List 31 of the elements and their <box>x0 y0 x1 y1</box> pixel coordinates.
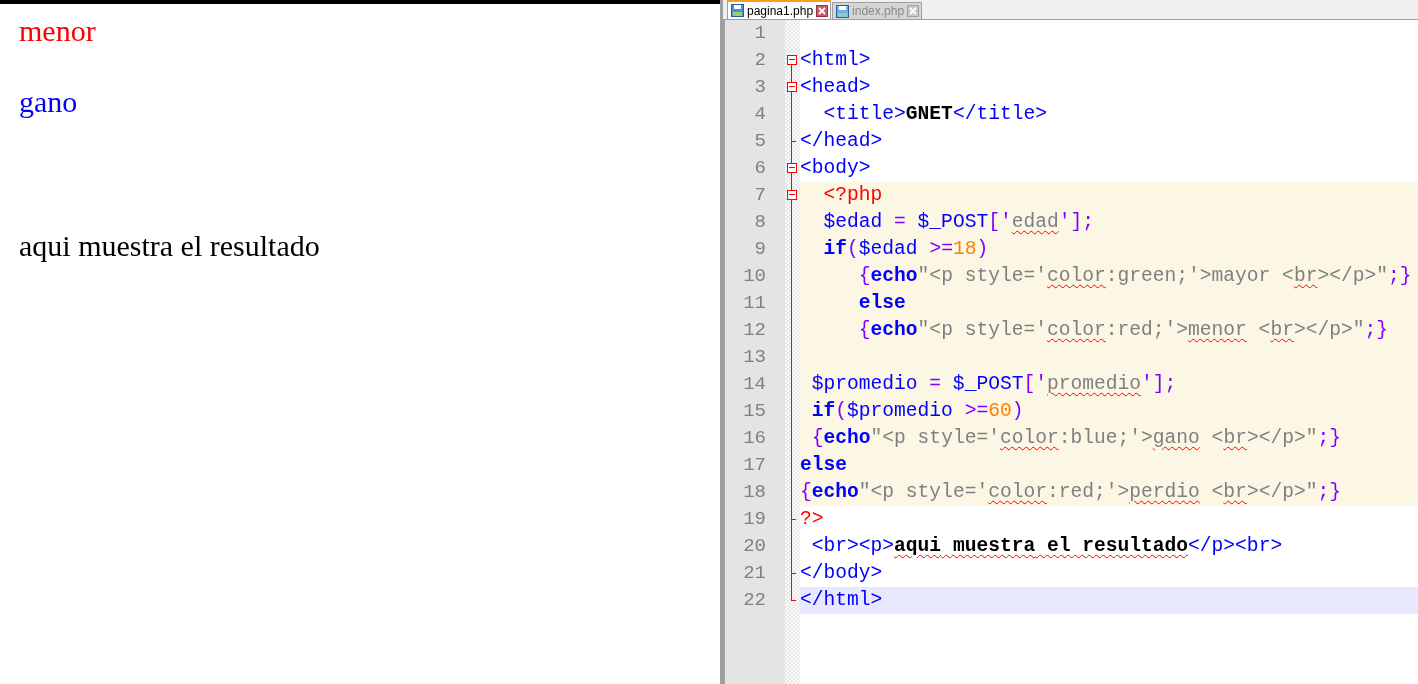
line-number: 1 <box>753 21 767 46</box>
line-number: 19 <box>742 507 767 532</box>
close-icon[interactable] <box>816 4 829 17</box>
line-number: 5 <box>753 129 767 154</box>
line-number: 22 <box>742 588 767 613</box>
fold-toggle-icon[interactable] <box>787 82 797 92</box>
line-number: 11 <box>742 291 767 316</box>
fold-toggle-icon[interactable] <box>787 55 797 65</box>
line-number: 9 <box>753 237 767 262</box>
line-number: 12 <box>742 318 767 343</box>
line-number: 6 <box>753 156 767 181</box>
line-number: 13 <box>742 345 767 370</box>
line-number: 17 <box>742 453 767 478</box>
line-number: 20 <box>742 534 767 559</box>
line-number: 16 <box>742 426 767 451</box>
line-number: 21 <box>742 561 767 586</box>
line-number: 8 <box>753 210 767 235</box>
line-number: 14 <box>742 372 767 397</box>
line-number: 2 <box>753 48 767 73</box>
file-tab[interactable]: pagina1.php <box>727 0 832 19</box>
output-text: menor <box>19 14 96 49</box>
line-number: 18 <box>742 480 767 505</box>
output-text: aqui muestra el resultado <box>19 229 320 264</box>
line-number: 4 <box>753 102 767 127</box>
output-text: gano <box>19 84 78 119</box>
line-number: 15 <box>742 399 767 424</box>
line-number: 3 <box>753 75 767 100</box>
fold-toggle-icon[interactable] <box>787 163 797 173</box>
line-number: 7 <box>753 183 767 208</box>
fold-toggle-icon[interactable] <box>787 190 797 200</box>
line-number: 10 <box>742 264 767 289</box>
